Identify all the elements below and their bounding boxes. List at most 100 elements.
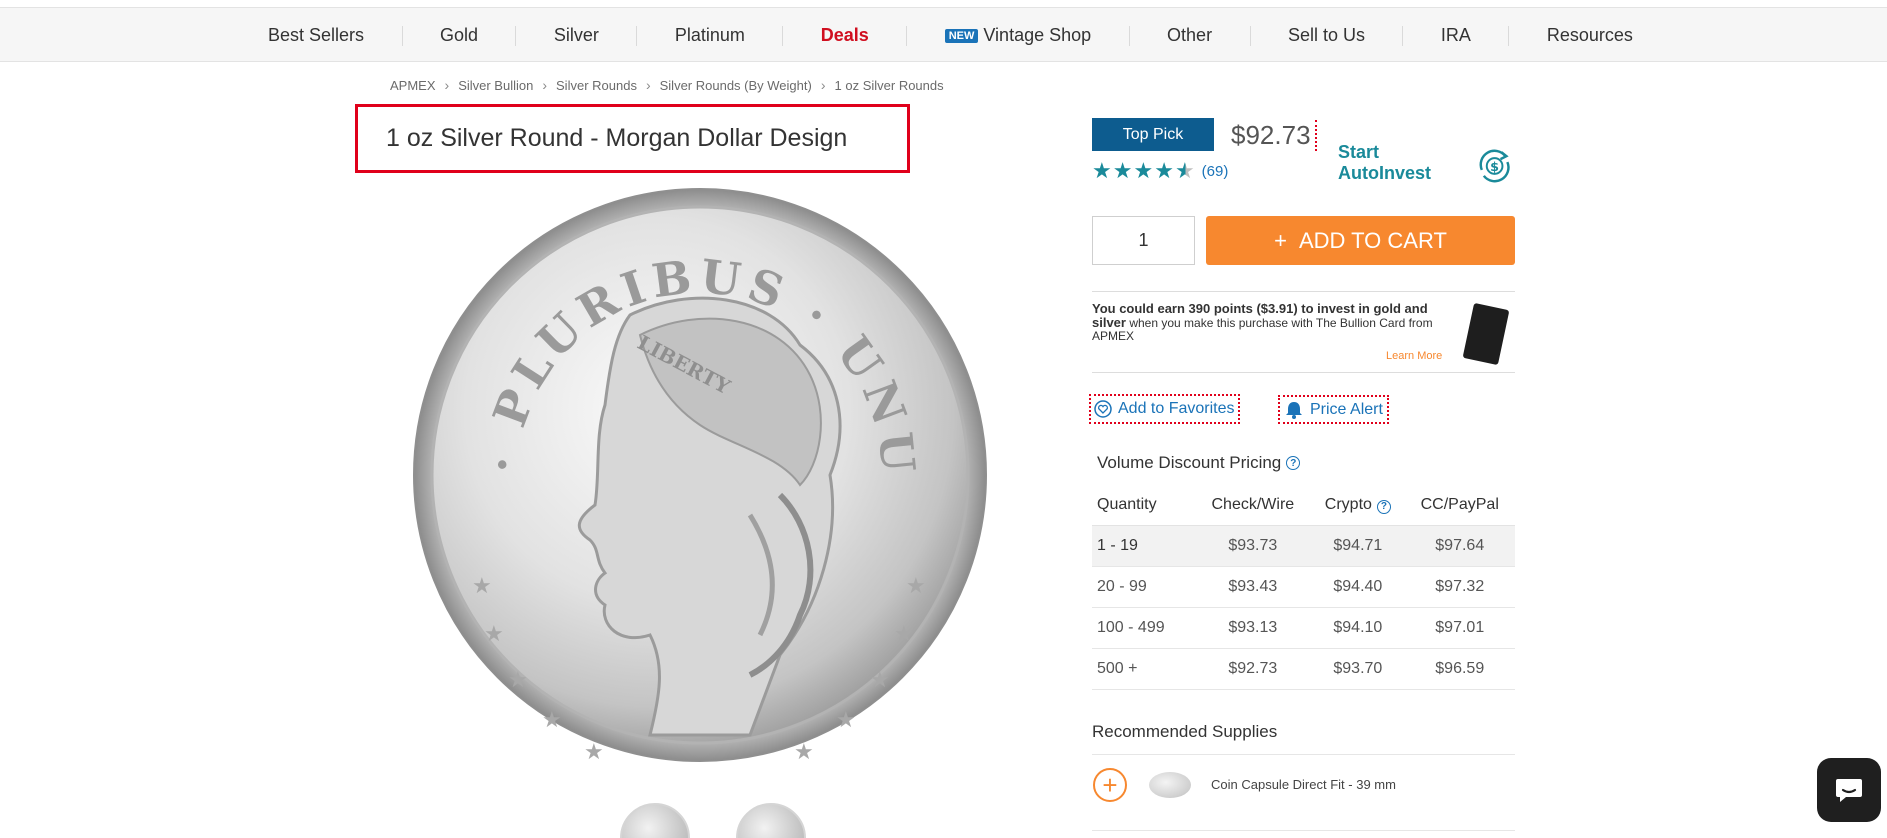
nav-best-sellers[interactable]: Best Sellers — [268, 25, 364, 46]
bullion-card-promo: You could earn 390 points ($3.91) to inv… — [1092, 291, 1515, 373]
svg-text:★: ★ — [542, 707, 562, 732]
nav-sell-to-us[interactable]: Sell to Us — [1288, 25, 1365, 46]
svg-text:★: ★ — [584, 739, 604, 764]
autoinvest-label: Start AutoInvest — [1338, 142, 1432, 183]
header-check-wire: Check/Wire — [1194, 486, 1312, 526]
svg-text:★: ★ — [484, 621, 504, 646]
points-text: You could earn 390 points ($3.91) to inv… — [1092, 302, 1437, 343]
top-pick-badge: Top Pick — [1092, 118, 1214, 151]
cell-quantity: 20 - 99 — [1092, 566, 1195, 608]
add-to-cart-button[interactable]: + ADD TO CART — [1206, 216, 1515, 265]
chevron-right-icon: › — [542, 77, 548, 93]
new-badge: NEW — [944, 28, 979, 43]
bell-icon — [1286, 401, 1302, 419]
nav-platinum[interactable]: Platinum — [675, 25, 745, 46]
table-row: 100 - 499 $93.13 $94.10 $97.01 — [1092, 607, 1515, 649]
star-icon: ★ — [1112, 158, 1134, 183]
svg-text:★: ★ — [894, 621, 914, 646]
svg-text:★: ★ — [472, 573, 492, 598]
top-navigation: Best Sellers Gold Silver Platinum Deals … — [0, 7, 1887, 62]
cell-quantity: 1 - 19 — [1092, 525, 1195, 567]
review-count[interactable]: (69) — [1202, 163, 1229, 180]
add-to-favorites-label: Add to Favorites — [1118, 400, 1235, 417]
learn-more-link[interactable]: Learn More — [1386, 350, 1442, 362]
nav-items: Best Sellers Gold Silver Platinum Deals … — [268, 8, 1633, 63]
nav-deals[interactable]: Deals — [821, 25, 869, 46]
nav-resources[interactable]: Resources — [1547, 25, 1633, 46]
product-title-box: 1 oz Silver Round - Morgan Dollar Design — [355, 104, 910, 173]
help-icon[interactable]: ? — [1376, 499, 1391, 514]
morgan-coin-image: E · PLURIBUS · UNUM ★ ★ ★ ★ ★ ★ ★ ★ ★ ★ … — [372, 132, 987, 764]
nav-divider — [1249, 25, 1251, 46]
cell-check-wire: $93.43 — [1194, 566, 1312, 608]
nav-divider — [1508, 25, 1510, 46]
breadcrumb-silver-rounds-by-weight[interactable]: Silver Rounds (By Weight) — [660, 78, 812, 93]
help-icon[interactable]: ? — [1286, 456, 1301, 470]
product-image[interactable]: E · PLURIBUS · UNUM ★ ★ ★ ★ ★ ★ ★ ★ ★ ★ … — [372, 132, 1000, 775]
add-to-cart-label: ADD TO CART — [1298, 227, 1447, 253]
breadcrumb-apmex[interactable]: APMEX — [390, 78, 436, 93]
chevron-right-icon: › — [820, 77, 826, 93]
header-cc-paypal: CC/PayPal — [1404, 486, 1515, 526]
product-title: 1 oz Silver Round - Morgan Dollar Design — [386, 124, 848, 152]
cell-cc-paypal: $97.01 — [1404, 607, 1515, 649]
cell-check-wire: $92.73 — [1194, 648, 1312, 690]
add-to-favorites-button[interactable]: Add to Favorites — [1089, 394, 1240, 424]
rating-stars[interactable]: ★ ★ ★ ★ ★ (69) — [1092, 158, 1228, 184]
breadcrumb-silver-rounds[interactable]: Silver Rounds — [556, 78, 637, 93]
breadcrumb: APMEX › Silver Bullion › Silver Rounds ›… — [390, 77, 944, 93]
bullion-card-image — [1462, 302, 1510, 366]
nav-vintage-shop-label: Vintage Shop — [983, 25, 1092, 45]
nav-divider — [906, 25, 908, 46]
points-text-rest: when you make this purchase with The Bul… — [1092, 316, 1433, 343]
thumbnail-reverse[interactable] — [736, 803, 806, 838]
half-star-icon: ★ — [1174, 158, 1196, 183]
nav-divider — [1402, 25, 1404, 46]
header-crypto: Crypto? — [1311, 486, 1405, 526]
star-icon: ★ — [1133, 158, 1155, 183]
chat-bubble-icon — [1836, 779, 1862, 802]
heart-icon — [1094, 400, 1112, 418]
nav-divider — [782, 25, 784, 46]
svg-text:★: ★ — [794, 739, 814, 764]
cell-crypto: $94.71 — [1311, 525, 1405, 567]
nav-divider — [636, 25, 638, 46]
volume-discount-table: Quantity Check/Wire Crypto? CC/PayPal 1 … — [1092, 486, 1515, 690]
nav-divider — [515, 25, 517, 46]
autoinvest-dollar-icon: $ — [1479, 149, 1510, 183]
thumbnail-obverse[interactable] — [620, 803, 690, 838]
coin-capsule-image — [1149, 771, 1191, 798]
svg-text:★: ★ — [836, 707, 856, 732]
thumbnail-strip — [620, 803, 806, 838]
table-header-row: Quantity Check/Wire Crypto? CC/PayPal — [1092, 486, 1515, 526]
add-supply-button[interactable]: + — [1093, 767, 1127, 802]
table-row: 1 - 19 $93.73 $94.71 $97.64 — [1092, 525, 1515, 567]
breadcrumb-silver-bullion[interactable]: Silver Bullion — [458, 78, 533, 93]
header-crypto-label: Crypto — [1324, 496, 1372, 514]
list-item: + Coin Capsule Direct Fit - 39 mm — [1092, 754, 1515, 814]
cell-crypto: $94.10 — [1311, 607, 1405, 649]
volume-discount-title: Volume Discount Pricing ? — [1097, 453, 1301, 473]
star-icon: ★ — [1154, 158, 1175, 183]
breadcrumb-1oz-silver-rounds[interactable]: 1 oz Silver Rounds — [835, 78, 944, 93]
price-alert-button[interactable]: Price Alert — [1278, 395, 1389, 424]
cell-quantity: 100 - 499 — [1092, 607, 1195, 649]
nav-silver[interactable]: Silver — [554, 25, 599, 46]
volume-discount-label: Volume Discount Pricing — [1097, 453, 1282, 472]
plus-icon: + — [1274, 227, 1287, 253]
nav-ira[interactable]: IRA — [1441, 25, 1471, 46]
cell-cc-paypal: $96.59 — [1404, 648, 1515, 690]
nav-other[interactable]: Other — [1167, 25, 1212, 46]
svg-text:★: ★ — [508, 667, 528, 692]
start-autoinvest-link[interactable]: Start AutoInvest $ — [1338, 142, 1515, 186]
chat-widget-button[interactable] — [1817, 758, 1881, 822]
nav-gold[interactable]: Gold — [440, 25, 478, 46]
recommended-supplies-title: Recommended Supplies — [1092, 722, 1278, 741]
product-price: $92.73 — [1231, 120, 1317, 151]
nav-vintage-shop[interactable]: NEW Vintage Shop — [944, 25, 1092, 46]
nav-divider — [401, 25, 403, 46]
supply-name[interactable]: Coin Capsule Direct Fit - 39 mm — [1211, 777, 1396, 792]
cell-crypto: $94.40 — [1311, 566, 1405, 608]
cell-crypto: $93.70 — [1311, 648, 1405, 690]
quantity-input[interactable] — [1092, 216, 1195, 265]
